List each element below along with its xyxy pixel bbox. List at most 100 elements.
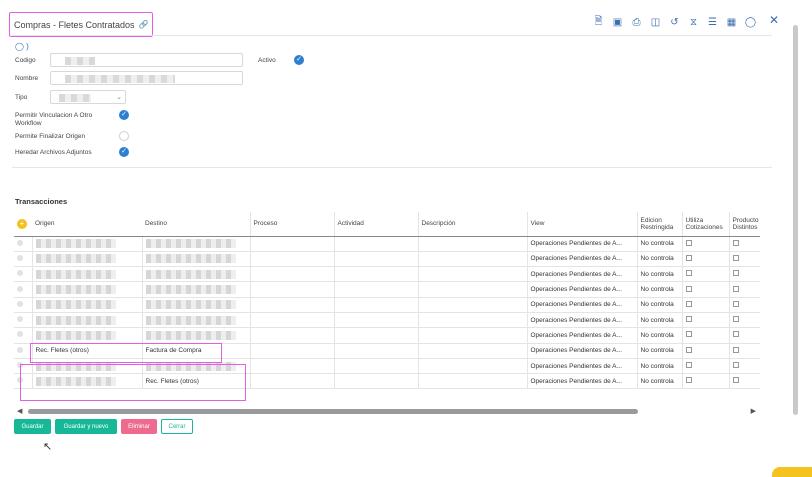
productos-checkbox[interactable] bbox=[732, 362, 739, 369]
productos-checkbox[interactable] bbox=[732, 331, 739, 338]
col-destino[interactable]: Destino bbox=[142, 212, 250, 237]
blurred-cell bbox=[35, 300, 116, 310]
col-proceso[interactable]: Proceso bbox=[249, 212, 334, 237]
scroll-right-icon[interactable]: ▶ bbox=[751, 407, 756, 415]
view-cell: Operaciones Pendientes de A... bbox=[530, 362, 622, 370]
codigo-input[interactable] bbox=[50, 53, 243, 67]
row-handle-icon[interactable] bbox=[17, 316, 23, 323]
productos-checkbox[interactable] bbox=[732, 346, 739, 353]
checklist-icon[interactable]: ☰ bbox=[704, 14, 721, 31]
col-view[interactable]: View bbox=[526, 212, 637, 237]
cotizaciones-checkbox[interactable] bbox=[685, 239, 692, 246]
view-cell: Operaciones Pendientes de A... bbox=[530, 301, 622, 309]
codigo-label: Codigo bbox=[15, 57, 36, 64]
blurred-cell bbox=[145, 330, 236, 340]
comment-icon[interactable]: ◯ bbox=[742, 14, 759, 31]
productos-checkbox[interactable] bbox=[732, 239, 739, 246]
edicion-cell: No controla bbox=[640, 270, 674, 278]
table-row[interactable]: Operaciones Pendientes de A... No control… bbox=[14, 312, 760, 329]
productos-checkbox[interactable] bbox=[732, 377, 739, 384]
view-cell: Operaciones Pendientes de A... bbox=[530, 331, 622, 339]
divider bbox=[12, 35, 772, 36]
table-row[interactable]: Operaciones Pendientes de A... No control… bbox=[14, 266, 760, 283]
add-icon[interactable]: + bbox=[17, 218, 27, 229]
cotizaciones-checkbox[interactable] bbox=[685, 331, 692, 338]
cotizaciones-checkbox[interactable] bbox=[685, 362, 692, 369]
attach-icon[interactable]: ⧖ bbox=[685, 14, 702, 31]
row-handle-icon[interactable] bbox=[17, 239, 23, 246]
col-cotizaciones[interactable]: Utiliza Cotizaciones bbox=[681, 212, 729, 237]
activo-label: Activo bbox=[258, 57, 276, 64]
blurred-cell bbox=[35, 285, 116, 295]
help-tab[interactable] bbox=[772, 467, 812, 477]
cotizaciones-checkbox[interactable] bbox=[685, 316, 692, 323]
blurred-cell bbox=[145, 285, 236, 295]
productos-checkbox[interactable] bbox=[732, 270, 739, 277]
nombre-input[interactable] bbox=[50, 71, 243, 85]
productos-checkbox[interactable] bbox=[732, 285, 739, 292]
page-title: Compras - Fletes Contratados bbox=[14, 19, 135, 30]
close-button[interactable]: Cerrar bbox=[161, 419, 193, 434]
table-row[interactable]: Operaciones Pendientes de A... No control… bbox=[14, 281, 760, 298]
col-origen[interactable]: Origen bbox=[32, 212, 142, 237]
vertical-scrollbar[interactable] bbox=[793, 25, 798, 415]
productos-checkbox[interactable] bbox=[732, 300, 739, 307]
row-handle-icon[interactable] bbox=[17, 285, 23, 292]
title-highlight: Compras - Fletes Contratados 🔗 bbox=[9, 12, 153, 37]
export-icon[interactable]: 🗎 bbox=[590, 14, 607, 31]
form-window: Compras - Fletes Contratados 🔗 🗎 ▣ ⎙ ◫ ↺… bbox=[0, 0, 812, 477]
activo-check-icon[interactable]: ✓ bbox=[294, 55, 304, 65]
tag-icon[interactable]: ◯ ) bbox=[15, 42, 29, 51]
blurred-cell bbox=[145, 254, 236, 264]
print-icon[interactable]: ⎙ bbox=[628, 14, 645, 31]
table-row[interactable]: Operaciones Pendientes de A... No control… bbox=[14, 251, 760, 268]
table-row[interactable]: Operaciones Pendientes de A... No control… bbox=[14, 236, 760, 252]
blurred-cell bbox=[145, 239, 236, 249]
cotizaciones-checkbox[interactable] bbox=[685, 346, 692, 353]
table-row[interactable]: Operaciones Pendientes de A... No control… bbox=[14, 297, 760, 313]
row-handle-icon[interactable] bbox=[17, 346, 23, 353]
row-handle-icon[interactable] bbox=[17, 254, 23, 261]
delete-icon[interactable]: ◫ bbox=[647, 14, 664, 31]
view-cell: Operaciones Pendientes de A... bbox=[530, 270, 622, 278]
tipo-select[interactable]: ⌄ bbox=[50, 90, 126, 104]
heredar-check-icon[interactable]: ✓ bbox=[119, 147, 129, 157]
row-handle-icon[interactable] bbox=[17, 270, 23, 277]
cotizaciones-checkbox[interactable] bbox=[685, 254, 692, 261]
save-button[interactable]: Guardar bbox=[14, 419, 51, 434]
divider bbox=[12, 167, 772, 168]
history-icon[interactable]: ↺ bbox=[666, 14, 683, 31]
close-icon[interactable]: ✕ bbox=[769, 13, 779, 27]
permitir-label: Permitir Vinculacion A Otro Workflow bbox=[15, 112, 93, 127]
blurred-cell bbox=[145, 300, 236, 310]
highlight-box bbox=[30, 343, 222, 363]
permitir-check-icon[interactable]: ✓ bbox=[119, 110, 129, 120]
delete-button[interactable]: Eliminar bbox=[121, 419, 157, 434]
horizontal-scrollbar[interactable]: ◀ ▶ bbox=[14, 407, 760, 415]
edicion-cell: No controla bbox=[640, 255, 674, 263]
cotizaciones-checkbox[interactable] bbox=[685, 270, 692, 277]
heredar-label: Heredar Archivos Adjuntos bbox=[15, 149, 92, 156]
save-and-new-button[interactable]: Guardar y nuevo bbox=[55, 419, 117, 434]
table-row[interactable]: Operaciones Pendientes de A... No control… bbox=[14, 327, 760, 344]
cotizaciones-checkbox[interactable] bbox=[685, 300, 692, 307]
section-title: Transacciones bbox=[15, 197, 68, 206]
nombre-label: Nombre bbox=[15, 75, 39, 82]
col-actividad[interactable]: Actividad bbox=[333, 212, 418, 237]
productos-checkbox[interactable] bbox=[732, 316, 739, 323]
document-icon[interactable]: ▦ bbox=[723, 14, 740, 31]
col-productos[interactable]: Producto Distintos bbox=[728, 212, 760, 237]
scroll-left-icon[interactable]: ◀ bbox=[17, 407, 22, 415]
view-cell: Operaciones Pendientes de A... bbox=[530, 347, 622, 355]
col-edicion[interactable]: Edicion Restringida bbox=[636, 212, 682, 237]
productos-checkbox[interactable] bbox=[732, 254, 739, 261]
row-handle-icon[interactable] bbox=[17, 331, 23, 338]
scroll-thumb[interactable] bbox=[28, 409, 638, 414]
row-handle-icon[interactable] bbox=[17, 300, 23, 307]
cotizaciones-checkbox[interactable] bbox=[685, 377, 692, 384]
col-descripcion[interactable]: Descripción bbox=[417, 212, 527, 237]
cotizaciones-checkbox[interactable] bbox=[685, 285, 692, 292]
save-icon[interactable]: ▣ bbox=[609, 14, 626, 31]
link-icon[interactable]: 🔗 bbox=[139, 20, 149, 29]
finalizar-toggle[interactable] bbox=[119, 131, 129, 141]
